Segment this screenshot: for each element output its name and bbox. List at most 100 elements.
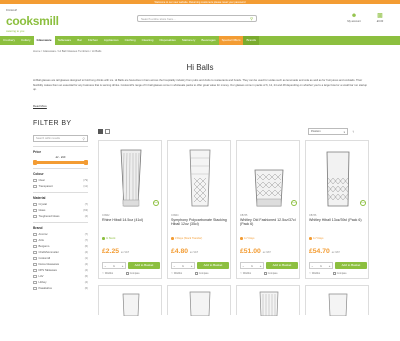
product-image[interactable] <box>237 286 301 317</box>
wishlist-link[interactable]: ♡ Wishlist <box>240 272 251 275</box>
nav-item-bar[interactable]: Bar <box>74 36 85 45</box>
nav-item-cutlery[interactable]: Cutlery <box>18 36 34 45</box>
product-image[interactable] <box>99 286 163 317</box>
quantity-value[interactable]: 1 <box>182 264 184 268</box>
quantity-stepper[interactable]: − 1 + <box>171 262 195 269</box>
filter-option[interactable]: Crystal (7) <box>33 202 88 206</box>
search-input[interactable]: Search entire store here... ⚲ <box>137 15 257 22</box>
product-name[interactable]: Symphony Polycarbonate Stacking Hiball 1… <box>171 218 229 227</box>
checkbox[interactable] <box>33 202 37 206</box>
nav-item-clothing[interactable]: Clothing <box>122 36 139 45</box>
compare-checkbox[interactable] <box>126 272 129 275</box>
nav-item-crockery[interactable]: Crockery <box>0 36 18 45</box>
wishlist-link[interactable]: ♡ Wishlist <box>309 272 320 275</box>
quantity-stepper[interactable]: − 1 + <box>240 262 264 269</box>
filter-option[interactable]: Cooksmill (1) <box>33 256 88 260</box>
checkbox[interactable] <box>33 208 37 212</box>
product-card[interactable] <box>98 285 163 317</box>
wishlist-link[interactable]: ♡ Wishlist <box>102 272 113 275</box>
add-to-basket-button[interactable]: Add to Basket <box>266 262 298 269</box>
plus-icon[interactable]: + <box>122 264 124 268</box>
product-image[interactable] <box>174 144 226 211</box>
compare-link[interactable]: Compare <box>195 272 209 275</box>
quantity-stepper[interactable]: − 1 + <box>102 262 126 269</box>
nav-item-stationery[interactable]: Stationery <box>179 36 199 45</box>
price-slider[interactable] <box>33 160 88 165</box>
nav-item-special-offers[interactable]: Special Offers <box>218 36 244 45</box>
wishlist-link[interactable]: ♡ Wishlist <box>171 272 182 275</box>
filter-option[interactable]: Toughened Glass (4) <box>33 214 88 218</box>
basket-link[interactable]: ▩ £0.00 <box>366 13 394 23</box>
checkbox[interactable] <box>33 262 37 266</box>
compare-checkbox[interactable] <box>195 272 198 275</box>
grid-view-icon[interactable] <box>98 129 103 134</box>
compare-checkbox[interactable] <box>264 272 267 275</box>
checkbox[interactable] <box>33 280 37 284</box>
checkbox[interactable] <box>33 184 37 188</box>
product-image[interactable] <box>243 144 295 211</box>
compare-link[interactable]: Compare <box>126 272 140 275</box>
filter-option[interactable]: Transparent (11) <box>33 184 88 188</box>
product-image[interactable] <box>312 144 364 211</box>
quantity-value[interactable]: 1 <box>320 264 322 268</box>
plus-icon[interactable]: + <box>329 264 331 268</box>
add-to-basket-button[interactable]: Add to Basket <box>128 262 160 269</box>
quantity-stepper[interactable]: − 1 + <box>309 262 333 269</box>
quantity-value[interactable]: 1 <box>251 264 253 268</box>
add-to-basket-button[interactable]: Add to Basket <box>197 262 229 269</box>
checkbox[interactable] <box>33 274 37 278</box>
product-card[interactable]: Stock CB736 Whitley Hiball 13oz/39cl (Pa… <box>305 140 369 279</box>
plus-icon[interactable]: + <box>260 264 262 268</box>
logo[interactable]: Drinkstuff cooksmill catering to you <box>6 9 59 32</box>
product-image[interactable] <box>105 144 157 211</box>
brand-list[interactable]: Arcoroc (7) Artis (7) Bergamo (6) Chef&Somm… <box>33 230 88 300</box>
product-card[interactable] <box>305 285 370 317</box>
minus-icon[interactable]: − <box>105 264 107 268</box>
quantity-value[interactable]: 1 <box>113 264 115 268</box>
filter-option[interactable]: Dema Glassware (4) <box>33 262 88 266</box>
filter-option[interactable]: Bergamo (6) <box>33 244 88 248</box>
filter-option[interactable]: Clear (79) <box>33 178 88 182</box>
price-slider-min-handle[interactable] <box>33 160 37 165</box>
product-name[interactable]: Whitley Hiball 13oz/39cl (Pack 6) <box>309 218 367 227</box>
filter-option[interactable]: Chef&Sommelier (4) <box>33 250 88 254</box>
plus-icon[interactable]: + <box>191 264 193 268</box>
filter-option[interactable]: Artis (7) <box>33 238 88 242</box>
facet-heading[interactable]: Colour <box>33 172 88 176</box>
nav-item-appliances[interactable]: Appliances <box>101 36 122 45</box>
product-name[interactable]: Rhine Hiball 14.5oz (41cl) <box>102 218 160 227</box>
checkbox[interactable] <box>33 244 37 248</box>
add-to-basket-button[interactable]: Add to Basket <box>335 262 367 269</box>
checkbox[interactable] <box>33 250 37 254</box>
sort-select[interactable]: Position ▾ <box>308 128 348 135</box>
checkbox[interactable] <box>33 214 37 218</box>
nav-item-tableware[interactable]: Tableware <box>55 36 75 45</box>
filter-option[interactable]: Arcoroc (7) <box>33 232 88 236</box>
compare-link[interactable]: Compare <box>333 272 347 275</box>
facet-heading[interactable]: Material <box>33 196 88 200</box>
product-name[interactable]: Whitley Old Fashioned 12.5oz/37cl (Pack … <box>240 218 298 227</box>
compare-checkbox[interactable] <box>333 272 336 275</box>
minus-icon[interactable]: − <box>174 264 176 268</box>
sort-direction-icon[interactable]: ↑ <box>352 129 354 134</box>
price-slider-max-handle[interactable] <box>84 160 88 165</box>
facet-heading[interactable]: Price <box>33 150 88 154</box>
product-card[interactable]: Stock CN902 Rhine Hiball 14.5oz (41cl) I… <box>98 140 162 279</box>
filter-option[interactable]: Libbey (4) <box>33 280 88 284</box>
checkbox[interactable] <box>33 286 37 290</box>
nav-item-beverages[interactable]: Beverages <box>198 36 218 45</box>
list-view-icon[interactable] <box>105 129 110 134</box>
checkbox[interactable] <box>33 256 37 260</box>
search-icon[interactable]: ⚲ <box>250 16 253 21</box>
product-card[interactable]: CN904 Symphony Polycarbonate Stacking Hi… <box>167 140 231 279</box>
filter-search-input[interactable]: Search within results ⚲ <box>33 135 88 142</box>
filter-option[interactable]: Glass (63) <box>33 208 88 212</box>
minus-icon[interactable]: − <box>312 264 314 268</box>
read-more-link[interactable]: Read More <box>33 104 47 108</box>
compare-link[interactable]: Compare <box>264 272 278 275</box>
nav-item-brands[interactable]: Brands <box>243 36 259 45</box>
filter-option[interactable]: DPS Tableware (4) <box>33 268 88 272</box>
product-image[interactable] <box>306 286 370 317</box>
account-link[interactable]: ☻ My account <box>340 13 368 23</box>
product-card[interactable] <box>167 285 231 317</box>
